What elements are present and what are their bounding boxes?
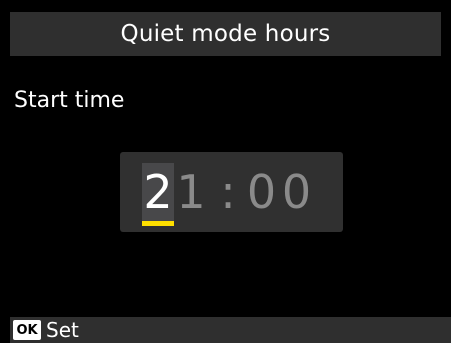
time-input[interactable]: 2 1 : 0 0 [120, 152, 343, 232]
printer-lcd-screen: Quiet mode hours Start time 2 1 : 0 0 OK… [0, 0, 451, 343]
hour-ones-digit[interactable]: 1 [175, 163, 207, 221]
start-time-label: Start time [14, 88, 125, 113]
title-bar: Quiet mode hours [10, 12, 441, 56]
ok-key-icon[interactable]: OK [13, 320, 41, 340]
hour-tens-digit[interactable]: 2 [142, 163, 174, 221]
minute-ones-digit[interactable]: 0 [280, 163, 313, 221]
minute-tens-digit[interactable]: 0 [245, 163, 278, 221]
set-action-label: Set [46, 318, 79, 342]
time-separator: : [220, 165, 236, 219]
footer-bar: OK Set [10, 317, 451, 343]
digit-cursor [142, 221, 174, 226]
screen-title: Quiet mode hours [120, 21, 331, 47]
